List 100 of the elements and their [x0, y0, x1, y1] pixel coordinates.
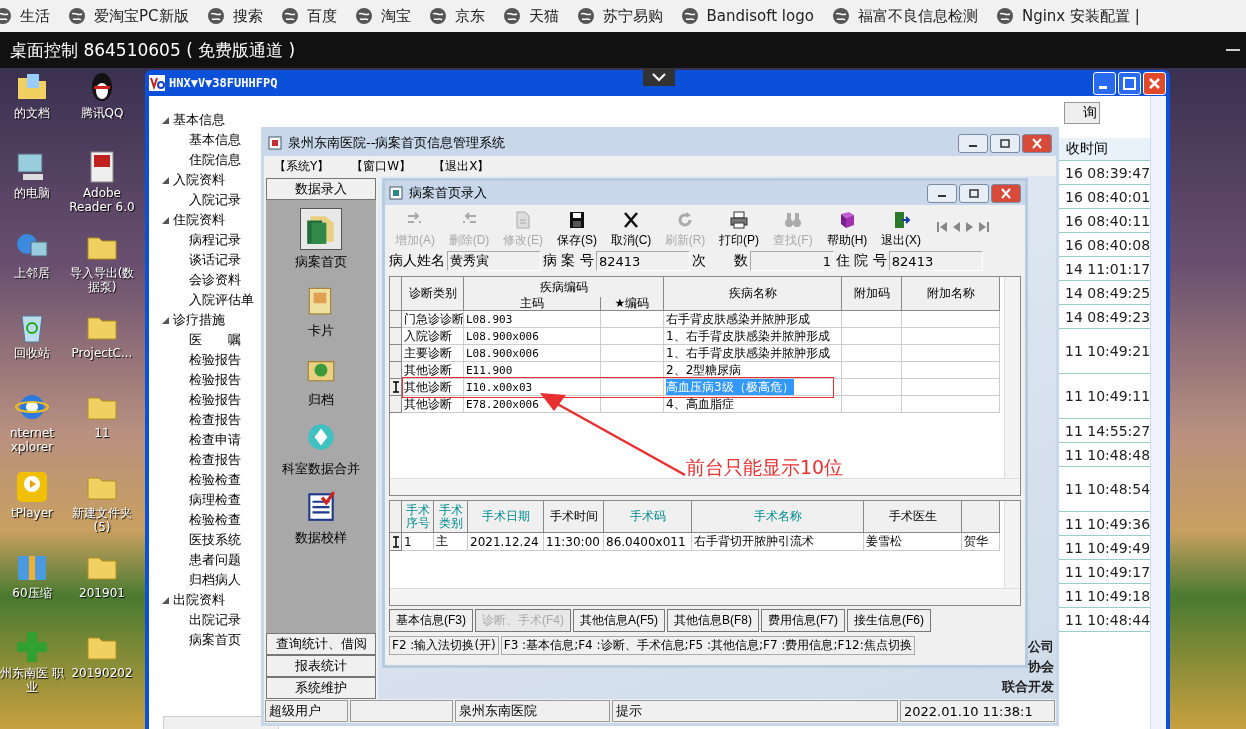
tree-item[interactable]: 入院记录	[189, 191, 241, 209]
expanded-arrow-icon[interactable]	[161, 316, 169, 324]
tree-item[interactable]: 患者问题	[189, 551, 241, 569]
tree-item[interactable]: 出院资料	[173, 591, 225, 609]
sidebar-item[interactable]: 归档	[308, 391, 334, 409]
last-record-icon[interactable]	[979, 220, 989, 234]
desktop-icon-label[interactable]: Adobe Reader 6.0	[67, 186, 137, 214]
restore-icon[interactable]	[959, 183, 989, 203]
desktop-icon-label[interactable]: 回收站	[14, 346, 50, 360]
tree-item[interactable]: 出院记录	[189, 611, 241, 629]
tree-item[interactable]: 检查报告	[189, 451, 241, 469]
expanded-arrow-icon[interactable]	[161, 216, 169, 224]
tab[interactable]: 基本信息(F3)	[389, 609, 473, 632]
tree-item[interactable]: 检验检查	[189, 511, 241, 529]
bookmark-link[interactable]: 百度	[306, 6, 337, 26]
tree-item[interactable]: 基本信息	[189, 131, 241, 149]
bookmark-link[interactable]: Nginx 安装配置 |	[1021, 6, 1140, 26]
bookmark-link[interactable]: Bandisoft logo	[706, 7, 814, 25]
tree-item[interactable]: 归档病人	[189, 571, 241, 589]
expanded-arrow-icon[interactable]	[161, 596, 169, 604]
bookmark-link[interactable]: 天猫	[528, 6, 559, 26]
desktop-icon-label[interactable]: 上邻居	[14, 266, 50, 280]
vertical-scrollbar[interactable]	[1004, 277, 1020, 478]
menu-item[interactable]: 【系统Y】	[274, 157, 330, 175]
desktop-icon-label[interactable]: 的文档	[14, 106, 50, 120]
toolbar-button[interactable]: 打印(P)	[713, 210, 765, 249]
tree-item[interactable]: 医 嘱	[189, 331, 241, 349]
row-selector[interactable]	[390, 379, 402, 396]
tree-item[interactable]: 病理检查	[189, 491, 241, 509]
desktop-icon-label[interactable]: 腾讯QQ	[80, 106, 124, 120]
tree-item[interactable]: 检查报告	[189, 411, 241, 429]
tree-item[interactable]: 谈话记录	[189, 251, 241, 269]
tree-item[interactable]: 医技系统	[189, 531, 241, 549]
close-icon[interactable]	[1022, 133, 1052, 153]
tab[interactable]: 其他信息A(F5)	[573, 609, 665, 632]
tree-item[interactable]: 入院评估单	[189, 291, 254, 309]
row-selector[interactable]	[390, 533, 402, 551]
minimize-icon[interactable]	[958, 133, 988, 153]
horizontal-scrollbar[interactable]	[390, 478, 1020, 495]
vertical-scrollbar[interactable]	[1150, 96, 1166, 729]
bookmark-link[interactable]: 淘宝	[380, 6, 411, 26]
input-field[interactable]: 黄秀寅	[447, 251, 541, 271]
tree-item[interactable]: 病案首页	[189, 631, 241, 649]
record-book-icon[interactable]	[300, 208, 342, 250]
tree-item[interactable]: 诊疗措施	[173, 311, 225, 329]
desktop-icon-label[interactable]: 导入导出(数据泵)	[67, 266, 137, 294]
tree-item[interactable]: 检验报告	[189, 371, 241, 389]
bookmark-link[interactable]: 福富不良信息检测	[857, 6, 978, 26]
bookmark-link[interactable]: 生活	[20, 6, 50, 26]
sidebar-item[interactable]: 数据校样	[295, 529, 347, 547]
sidebar-header-button[interactable]: 数据录入	[266, 178, 376, 200]
tab[interactable]: 费用信息(F7)	[761, 609, 845, 632]
next-icon[interactable]	[965, 220, 975, 234]
toolbar-button[interactable]: 保存(S)	[551, 210, 603, 249]
query-button[interactable]: 询	[1064, 102, 1100, 124]
desktop-icon-label[interactable]: 60压缩	[12, 586, 52, 600]
tree-item[interactable]: 入院资料	[173, 171, 225, 189]
close-icon[interactable]	[991, 183, 1021, 203]
menu-item[interactable]: 【退出X】	[433, 157, 490, 175]
tree-item[interactable]: 住院信息	[189, 151, 241, 169]
bookmark-link[interactable]: 搜索	[232, 6, 263, 26]
sidebar-button[interactable]: 查询统计、借阅	[266, 633, 376, 655]
sidebar-item[interactable]: 科室数据合并	[282, 460, 360, 478]
sidebar-button[interactable]: 系统维护	[266, 677, 376, 699]
previous-icon[interactable]	[951, 220, 961, 234]
tab[interactable]: 其他信息B(F8)	[667, 609, 759, 632]
tree-item[interactable]: 会诊资料	[189, 271, 241, 289]
sidebar-button[interactable]: 报表统计	[266, 655, 376, 677]
toolbar-button[interactable]: 帮助(H)	[821, 210, 873, 249]
sidebar-item[interactable]: 病案首页	[295, 253, 347, 271]
bookmark-link[interactable]: 苏宁易购	[602, 6, 663, 26]
expanded-arrow-icon[interactable]	[161, 116, 169, 124]
input-field[interactable]: 82413	[888, 251, 983, 271]
tree-item[interactable]: 检验报告	[189, 391, 241, 409]
desktop-icon-label[interactable]: 的电脑	[14, 186, 50, 200]
maximize-icon[interactable]	[1118, 71, 1141, 95]
tree-item[interactable]: 基本信息	[173, 111, 225, 129]
menu-item[interactable]: 【窗口W】	[351, 157, 412, 175]
sidebar-item[interactable]: 卡片	[308, 322, 334, 340]
desktop-icon-label[interactable]: ProjectC...	[71, 346, 133, 360]
restore-icon[interactable]	[990, 133, 1020, 153]
horizontal-scrollbar[interactable]	[390, 588, 1020, 605]
tree-item[interactable]: 检验检查	[189, 471, 241, 489]
tree-item[interactable]: 检验报告	[189, 351, 241, 369]
tree-item[interactable]: 病程记录	[189, 231, 241, 249]
first-record-icon[interactable]	[937, 220, 947, 234]
input-field[interactable]: 82413	[595, 251, 690, 271]
tree-item[interactable]: 检查申请	[189, 431, 241, 449]
toolbar-button[interactable]: 取消(C)	[605, 210, 657, 249]
bookmark-link[interactable]: 京东	[454, 6, 485, 26]
minimize-icon[interactable]	[927, 183, 957, 203]
input-field[interactable]: 1	[749, 251, 834, 271]
desktop-icon-label[interactable]: 201901	[79, 586, 125, 600]
toolbar-button[interactable]: 退出(X)	[875, 210, 927, 249]
bookmark-link[interactable]: 爱淘宝PC新版	[94, 6, 189, 26]
tab[interactable]: 接生信息(F6)	[847, 609, 931, 632]
vertical-scrollbar[interactable]	[1004, 501, 1020, 588]
play-icon	[15, 470, 49, 504]
tree-item[interactable]: 住院资料	[173, 211, 225, 229]
expanded-arrow-icon[interactable]	[161, 176, 169, 184]
